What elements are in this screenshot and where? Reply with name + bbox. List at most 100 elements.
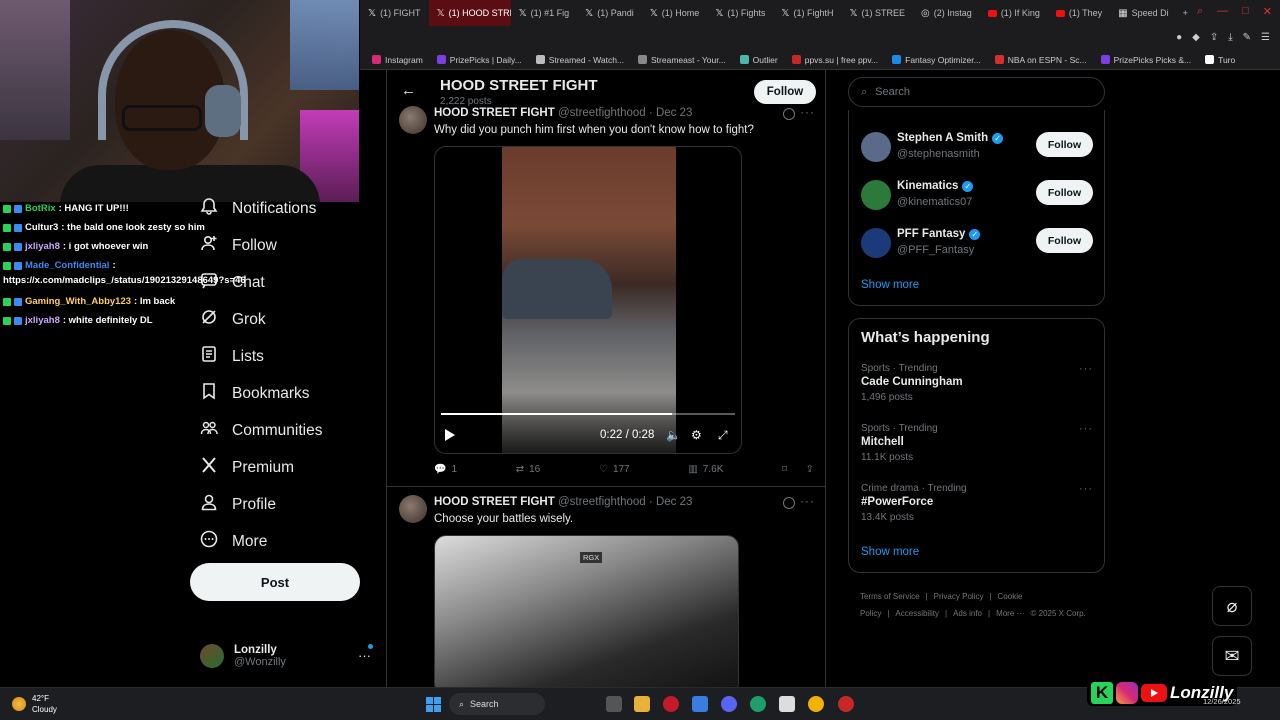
windows-start-icon[interactable] bbox=[426, 697, 441, 712]
extension-icon[interactable]: ● bbox=[1176, 32, 1182, 43]
nav-item-more[interactable]: More bbox=[188, 523, 378, 560]
bookmark-item[interactable]: PrizePicks | Daily... bbox=[436, 55, 522, 65]
reply-button[interactable]: 💬 1 bbox=[434, 464, 457, 475]
footer-link[interactable]: More ··· bbox=[996, 609, 1024, 618]
opera-icon[interactable] bbox=[663, 696, 679, 712]
footer-link[interactable]: Ads info bbox=[953, 609, 982, 618]
bookmark-item[interactable]: Outlier bbox=[739, 55, 778, 65]
footer-link[interactable]: © 2025 X Corp. bbox=[1031, 609, 1086, 618]
who-to-follow-item[interactable]: PFF Fantasy ✓ @PFF_Fantasy Follow bbox=[861, 226, 1093, 266]
who-to-follow-item[interactable]: Stephen A Smith ✓ @stephenasmith Follow bbox=[861, 130, 1093, 170]
show-more-link[interactable]: Show more bbox=[861, 546, 919, 558]
follow-button[interactable]: Follow bbox=[1036, 180, 1093, 205]
trend-item[interactable]: Sports · Trending Cade Cunningham 1,496 po… bbox=[861, 363, 1093, 403]
browser-tab[interactable]: 𝕏 (1) STREE bbox=[841, 0, 913, 26]
tweet-author[interactable]: HOOD STREET FIGHT bbox=[434, 496, 555, 508]
tweet-author[interactable]: HOOD STREET FIGHT bbox=[434, 107, 555, 119]
more-dots-icon[interactable]: ··· bbox=[358, 648, 371, 663]
show-more-link[interactable]: Show more bbox=[861, 279, 919, 291]
browser-tab[interactable]: (1) If King bbox=[980, 0, 1048, 26]
follow-button[interactable]: Follow bbox=[1036, 228, 1093, 253]
nav-item-communities[interactable]: Communities bbox=[188, 412, 378, 449]
views-button[interactable]: ▥ 7.6K bbox=[688, 464, 723, 475]
messages-button[interactable]: ✉ bbox=[1212, 636, 1252, 676]
avatar[interactable] bbox=[861, 228, 891, 258]
taskbar-search[interactable]: ⌕ Search bbox=[449, 693, 545, 715]
chrome-icon[interactable] bbox=[808, 696, 824, 712]
app-icon[interactable] bbox=[838, 696, 854, 712]
bookmark-item[interactable]: ppvs.su | free ppv... bbox=[791, 55, 878, 65]
back-arrow-icon[interactable]: ← bbox=[401, 82, 416, 99]
tweet-avatar[interactable] bbox=[399, 106, 427, 134]
fullscreen-icon[interactable]: ⤢ bbox=[718, 428, 728, 443]
follow-button[interactable]: Follow bbox=[754, 80, 816, 104]
task-view-icon[interactable] bbox=[606, 696, 622, 712]
grok-button[interactable]: ⌀ bbox=[1212, 586, 1252, 626]
bookmark-button[interactable]: ⌑ ⇪ bbox=[782, 464, 814, 475]
tweet-date[interactable]: · Dec 23 bbox=[649, 496, 692, 508]
puzzle-icon[interactable]: ◆ bbox=[1192, 32, 1200, 43]
bookmark-item[interactable]: NBA on ESPN - Sc... bbox=[994, 55, 1087, 65]
footer-link[interactable]: Accessibility bbox=[895, 609, 939, 618]
browser-tab[interactable]: ▦ Speed Di bbox=[1110, 0, 1176, 26]
tweet-handle[interactable]: @streetfighthood bbox=[558, 496, 646, 508]
bookmark-item[interactable]: Fantasy Optimizer... bbox=[892, 55, 981, 65]
account-switcher[interactable]: Lonzilly @Wonzilly ··· bbox=[200, 636, 380, 676]
video-player[interactable]: RGX bbox=[434, 535, 739, 687]
maximize-icon[interactable]: □ bbox=[1242, 5, 1249, 18]
browser-tab[interactable]: 𝕏 (1) Fights bbox=[707, 0, 773, 26]
grok-icon[interactable] bbox=[783, 497, 795, 509]
repost-button[interactable]: ⇄ 16 bbox=[516, 464, 541, 475]
copilot-icon[interactable] bbox=[692, 696, 708, 712]
close-icon[interactable]: ✕ bbox=[1263, 5, 1272, 18]
discord-icon[interactable] bbox=[721, 696, 737, 712]
browser-tab[interactable]: (1) They bbox=[1048, 0, 1110, 26]
obs-icon[interactable] bbox=[779, 696, 795, 712]
browser-tab[interactable]: 𝕏(1) HOOD STREET bbox=[428, 0, 511, 26]
like-button[interactable]: ♡ 177 bbox=[599, 464, 630, 475]
browser-tab[interactable]: 𝕏 (1) FIGHT bbox=[360, 0, 429, 26]
search-input[interactable]: ⌕ Search bbox=[848, 77, 1105, 107]
video-progress-bar[interactable] bbox=[441, 413, 735, 415]
avatar[interactable] bbox=[861, 180, 891, 210]
post-button[interactable]: Post bbox=[190, 563, 360, 601]
suggested-account-name[interactable]: Stephen A Smith ✓ bbox=[897, 132, 1004, 144]
menu-icon[interactable]: ☰ bbox=[1261, 32, 1270, 43]
search-icon[interactable]: ⌕ bbox=[1197, 5, 1203, 18]
video-player[interactable]: 0:22 / 0:28 🔈 ⚙ ⤢ bbox=[434, 146, 742, 454]
browser-tab[interactable]: 𝕏 (1) FightH bbox=[773, 0, 841, 26]
settings-gear-icon[interactable]: ⚙ bbox=[691, 428, 702, 442]
avatar[interactable] bbox=[861, 132, 891, 162]
more-dots-icon[interactable]: ··· bbox=[1079, 423, 1093, 435]
footer-link[interactable]: Privacy Policy bbox=[934, 592, 984, 601]
trend-item[interactable]: Sports · Trending Mitchell 11.1K posts ··· bbox=[861, 423, 1093, 463]
browser-tab[interactable]: 𝕏 (1) Pandi bbox=[577, 0, 642, 26]
app-icon[interactable] bbox=[750, 696, 766, 712]
tweet-date[interactable]: · Dec 23 bbox=[649, 107, 692, 119]
nav-item-lists[interactable]: Lists bbox=[188, 338, 378, 375]
volume-icon[interactable]: 🔈 bbox=[666, 428, 681, 442]
pen-icon[interactable]: ✎ bbox=[1243, 32, 1251, 43]
share-icon[interactable]: ⇪ bbox=[806, 464, 814, 475]
browser-tab[interactable]: 𝕏 (1) Home bbox=[642, 0, 708, 26]
download-icon[interactable]: ⤓ bbox=[1228, 32, 1232, 43]
suggested-account-name[interactable]: PFF Fantasy ✓ bbox=[897, 228, 981, 240]
bookmark-item[interactable]: Streamed - Watch... bbox=[535, 55, 624, 65]
tweet-handle[interactable]: @streetfighthood bbox=[558, 107, 646, 119]
nav-item-bookmarks[interactable]: Bookmarks bbox=[188, 375, 378, 412]
tweet-avatar[interactable] bbox=[399, 495, 427, 523]
weather-widget[interactable]: 42°F Cloudy bbox=[12, 693, 57, 715]
bookmark-item[interactable]: Instagram bbox=[372, 55, 423, 65]
grok-icon[interactable] bbox=[783, 108, 795, 120]
new-tab-icon[interactable]: + bbox=[1183, 8, 1188, 18]
footer-link[interactable]: Terms of Service bbox=[860, 592, 920, 601]
who-to-follow-item[interactable]: Kinematics ✓ @kinematics07 Follow bbox=[861, 178, 1093, 218]
bookmark-item[interactable]: PrizePicks Picks &... bbox=[1100, 55, 1191, 65]
nav-item-premium[interactable]: Premium bbox=[188, 449, 378, 486]
browser-tab[interactable]: 𝕏 (1) #1 Fig bbox=[511, 0, 578, 26]
more-dots-icon[interactable]: ··· bbox=[800, 105, 815, 119]
suggested-account-name[interactable]: Kinematics ✓ bbox=[897, 180, 974, 192]
more-dots-icon[interactable]: ··· bbox=[1079, 483, 1093, 495]
file-explorer-icon[interactable] bbox=[634, 696, 650, 712]
bookmark-item[interactable]: Turo bbox=[1205, 55, 1235, 65]
